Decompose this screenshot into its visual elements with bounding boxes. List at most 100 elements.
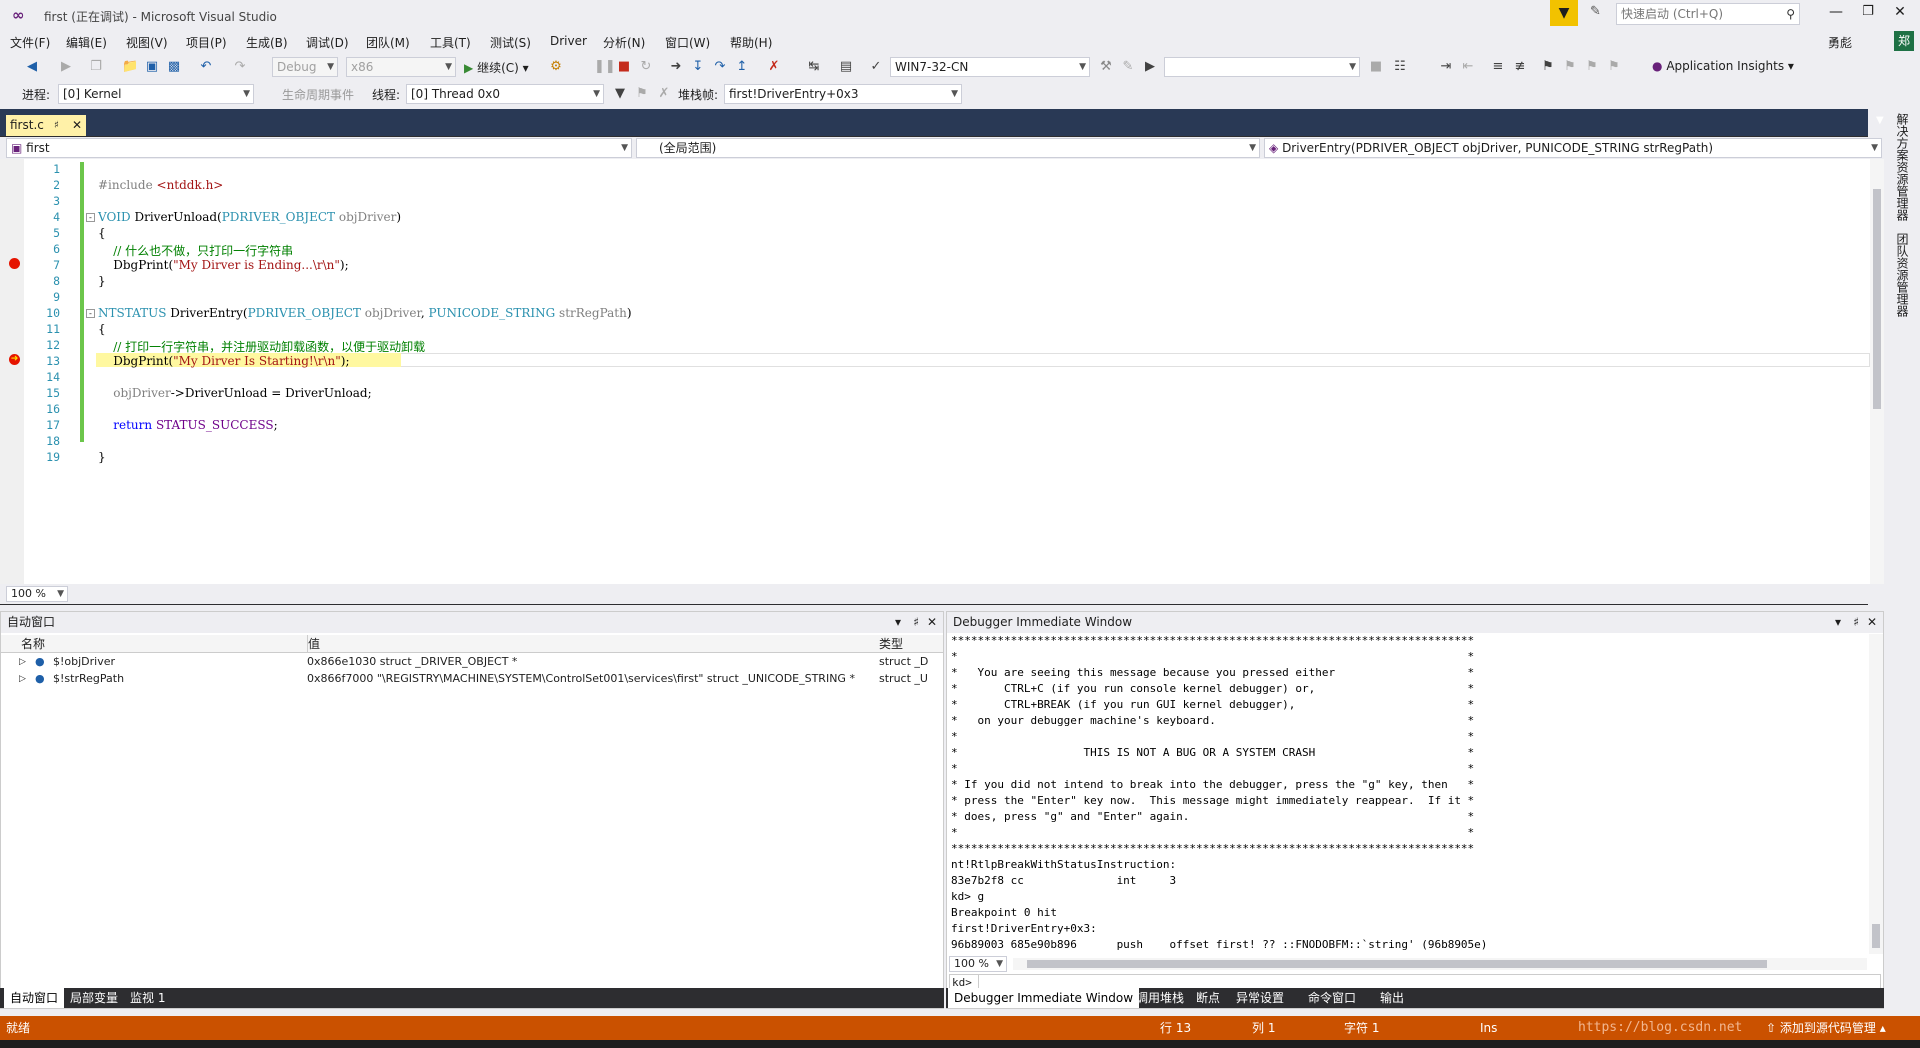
immediate-zoom-select[interactable]: 100 % ▼ xyxy=(949,956,1007,972)
open-folder-icon[interactable]: 📁 xyxy=(122,59,138,75)
restore-button[interactable]: ❐ xyxy=(1858,4,1878,24)
tab-autos[interactable]: 自动窗口 xyxy=(4,988,65,1008)
tab-locals[interactable]: 局部变量 xyxy=(64,988,124,1008)
target-machine-select[interactable]: WIN7-32-CN ▼ xyxy=(890,57,1090,77)
filter-icon[interactable]: ▼ xyxy=(612,86,628,102)
tab-watch[interactable]: 监视 1 xyxy=(124,988,171,1008)
tab-close-icon[interactable]: ✕ xyxy=(72,115,82,136)
outdent-icon[interactable]: ⇤ xyxy=(1460,59,1476,75)
scroll-thumb[interactable] xyxy=(1872,924,1880,948)
menu-file[interactable]: 文件(F) xyxy=(10,34,50,51)
tab-breakpoints[interactable]: 断点 xyxy=(1190,988,1226,1008)
hscroll-thumb[interactable] xyxy=(1027,960,1767,968)
stop-icon[interactable]: ■ xyxy=(616,59,632,75)
col-name[interactable]: 名称 xyxy=(21,635,45,653)
remote-icon[interactable]: ⚒ xyxy=(1098,59,1114,75)
pane-pin-icon[interactable]: ♯ xyxy=(913,612,919,633)
solution-explorer-tab[interactable]: 解决方案资源管理器 xyxy=(1894,113,1911,221)
clear-flags-icon[interactable]: ✗ xyxy=(656,86,672,102)
pane-close-icon[interactable]: ✕ xyxy=(1867,612,1877,633)
collapse-toggle-icon[interactable]: - xyxy=(86,213,95,222)
lifecycle-events-label[interactable]: 生命周期事件 xyxy=(282,86,354,103)
prev-bookmark-icon[interactable]: ⚑ xyxy=(1562,59,1578,75)
save-icon[interactable]: ▣ xyxy=(144,59,160,75)
vertical-scrollbar[interactable] xyxy=(1870,159,1884,584)
source-control-button[interactable]: ⇧ 添加到源代码管理 ▴ xyxy=(1766,1016,1886,1040)
minimize-button[interactable]: — xyxy=(1826,4,1846,24)
stack-frame-select[interactable]: first!DriverEntry+0x3 ▼ xyxy=(724,84,962,104)
function-scope-select[interactable]: ◈ DriverEntry(PDRIVER_OBJECT objDriver, … xyxy=(1264,138,1882,158)
menu-window[interactable]: 窗口(W) xyxy=(665,34,710,51)
immediate-scrollbar[interactable] xyxy=(1869,634,1883,954)
comment-out-icon[interactable]: ≡ xyxy=(1490,59,1506,75)
redo-icon[interactable]: ↷ xyxy=(232,59,248,75)
empty-select[interactable]: ▼ xyxy=(1164,57,1360,77)
undo-icon[interactable]: ↶ xyxy=(198,59,214,75)
menu-tools[interactable]: 工具(T) xyxy=(430,34,471,51)
project-scope-select[interactable]: ▣ first ▼ xyxy=(6,138,632,158)
col-value[interactable]: 值 xyxy=(307,635,320,653)
pane-close-icon[interactable]: ✕ xyxy=(927,612,937,633)
process-select[interactable]: [0] Kernel ▼ xyxy=(58,84,254,104)
collapse-toggle-icon[interactable]: - xyxy=(86,309,95,318)
menu-team[interactable]: 团队(M) xyxy=(366,34,410,51)
table-row[interactable]: ▷ ● $!strRegPath 0x866f7000 "\REGISTRY\M… xyxy=(1,671,943,687)
tab-first-c[interactable]: first.c ♯ ✕ xyxy=(6,115,86,136)
show-next-statement-icon[interactable]: ➜ xyxy=(668,59,684,75)
stop-debug-icon[interactable]: ■ xyxy=(1368,59,1384,75)
flag-icon[interactable]: ⚑ xyxy=(634,86,650,102)
scroll-thumb[interactable] xyxy=(1873,189,1881,409)
indent-icon[interactable]: ⇥ xyxy=(1438,59,1454,75)
platform-select[interactable]: x86 ▼ xyxy=(346,57,456,77)
attach-icon[interactable]: ⚙ xyxy=(548,59,564,75)
pane-menu-icon[interactable]: ▾ xyxy=(1835,612,1841,633)
quick-launch-input[interactable]: 快速启动 (Ctrl+Q) ⚲ xyxy=(1616,3,1800,25)
step-into-icon[interactable]: ↧ xyxy=(690,59,706,75)
diagnostics-icon[interactable]: ☷ xyxy=(1392,59,1408,75)
team-explorer-tab[interactable]: 团队资源管理器 xyxy=(1894,233,1911,317)
hex-display-icon[interactable]: ✗ xyxy=(766,59,782,75)
notification-filter-icon[interactable]: ▼ xyxy=(1550,0,1578,26)
step-out-icon[interactable]: ↥ xyxy=(734,59,750,75)
back-icon[interactable]: ◀ xyxy=(24,59,40,75)
continue-button[interactable]: ▶ 继续(C) ▾ xyxy=(464,59,529,77)
menu-debug[interactable]: 调试(D) xyxy=(306,34,349,51)
save-all-icon[interactable]: ▩ xyxy=(166,59,182,75)
close-button[interactable]: ✕ xyxy=(1890,4,1910,24)
break-all-icon[interactable]: ❚❚ xyxy=(594,59,616,75)
menu-build[interactable]: 生成(B) xyxy=(246,34,288,51)
current-statement-icon[interactable]: ➜ xyxy=(9,354,20,365)
pen-icon[interactable]: ✎ xyxy=(1120,59,1136,75)
step-over-icon[interactable]: ↷ xyxy=(712,59,728,75)
menu-help[interactable]: 帮助(H) xyxy=(730,34,772,51)
menu-analyze[interactable]: 分析(N) xyxy=(603,34,645,51)
pane-pin-icon[interactable]: ♯ xyxy=(1853,612,1859,633)
threads-icon[interactable]: ↹ xyxy=(806,59,822,75)
menu-view[interactable]: 视图(V) xyxy=(126,34,168,51)
menu-driver[interactable]: Driver xyxy=(550,34,587,48)
bookmark-icon[interactable]: ⚑ xyxy=(1540,59,1556,75)
comment-icon[interactable]: ▤ xyxy=(838,59,854,75)
tab-output[interactable]: 输出 xyxy=(1374,988,1410,1008)
menu-test[interactable]: 测试(S) xyxy=(490,34,531,51)
col-type[interactable]: 类型 xyxy=(879,635,903,653)
expand-icon[interactable]: ▷ xyxy=(19,654,26,670)
app-insights-button[interactable]: ● Application Insights ▾ xyxy=(1652,59,1794,73)
code-editor[interactable]: ➜ 1 2 3 4 5 6 7 8 9 10 11 12 13 14 15 16… xyxy=(0,159,1884,584)
restart-icon[interactable]: ↻ xyxy=(638,59,654,75)
configuration-select[interactable]: Debug ▼ xyxy=(272,57,338,77)
global-scope-select[interactable]: (全局范围) ▼ xyxy=(636,138,1260,158)
tab-call-stack[interactable]: 调用堆栈 xyxy=(1130,988,1190,1008)
clear-bookmarks-icon[interactable]: ⚑ xyxy=(1606,59,1622,75)
expand-icon[interactable]: ▷ xyxy=(19,671,26,687)
table-row[interactable]: ▷ ● $!objDriver 0x866e1030 struct _DRIVE… xyxy=(1,654,943,670)
pane-menu-icon[interactable]: ▾ xyxy=(895,612,901,633)
menu-edit[interactable]: 编辑(E) xyxy=(66,34,107,51)
zoom-select[interactable]: 100 % ▼ xyxy=(6,586,68,602)
new-project-icon[interactable]: ❐ xyxy=(88,59,104,75)
tab-exception-settings[interactable]: 异常设置 xyxy=(1230,988,1290,1008)
thread-select[interactable]: [0] Thread 0x0 ▼ xyxy=(406,84,604,104)
breakpoint-icon[interactable] xyxy=(9,258,20,269)
feedback-icon[interactable]: ✎ xyxy=(1590,4,1608,22)
user-name[interactable]: 勇彪 xyxy=(1828,34,1852,51)
